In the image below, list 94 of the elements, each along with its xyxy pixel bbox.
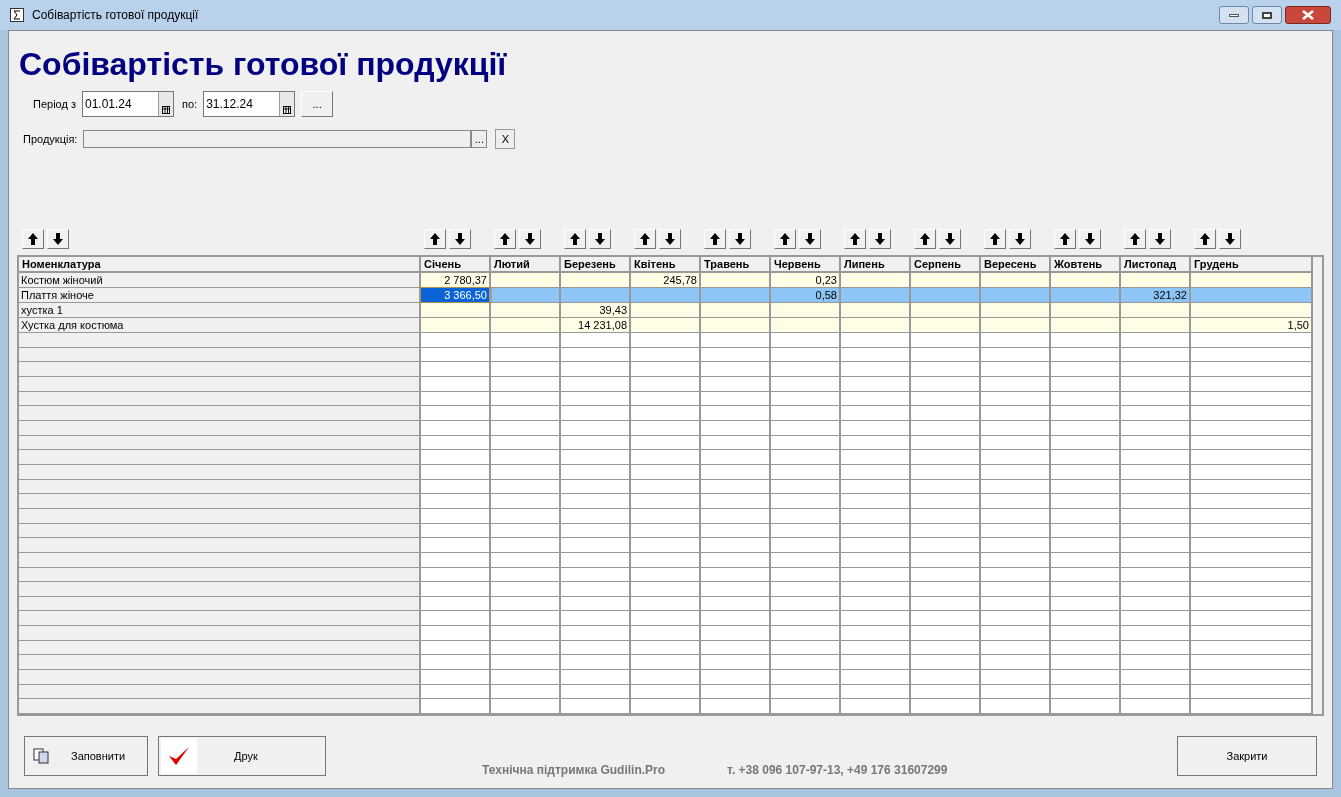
sort-down-button[interactable] (1009, 229, 1031, 249)
sort-up-button[interactable] (844, 229, 866, 249)
table-cell: 3 366,50 (421, 288, 491, 302)
column-header[interactable]: Номенклатура (19, 257, 421, 271)
copy-icon (33, 748, 49, 764)
sort-up-button[interactable] (424, 229, 446, 249)
column-header[interactable]: Квітень (631, 257, 701, 271)
sort-up-button[interactable] (564, 229, 586, 249)
down-arrow-icon (805, 233, 815, 245)
column-header[interactable]: Липень (841, 257, 911, 271)
down-arrow-icon (945, 233, 955, 245)
row-name-cell[interactable]: Костюм жіночий (19, 273, 421, 287)
calendar-icon (162, 106, 170, 114)
sort-down-button[interactable] (1219, 229, 1241, 249)
sort-up-button[interactable] (1124, 229, 1146, 249)
sort-up-button[interactable] (494, 229, 516, 249)
product-label: Продукція: (23, 131, 78, 147)
up-arrow-icon (1060, 233, 1070, 245)
column-header[interactable]: Червень (771, 257, 841, 271)
sort-down-button[interactable] (47, 229, 69, 249)
row-name-cell[interactable]: Плаття жіноче (19, 288, 421, 302)
sort-down-button[interactable] (869, 229, 891, 249)
down-arrow-icon (665, 233, 675, 245)
support-text: Технічна підтримка Gudilin.Pro (482, 762, 666, 779)
down-arrow-icon (1155, 233, 1165, 245)
sort-down-button[interactable] (799, 229, 821, 249)
down-arrow-icon (525, 233, 535, 245)
sort-up-button[interactable] (774, 229, 796, 249)
sort-down-button[interactable] (589, 229, 611, 249)
sort-up-button[interactable] (914, 229, 936, 249)
sigma-icon (10, 8, 24, 22)
up-arrow-icon (920, 233, 930, 245)
column-header[interactable]: Серпень (911, 257, 981, 271)
column-header[interactable]: Вересень (981, 257, 1051, 271)
up-arrow-icon (640, 233, 650, 245)
sort-up-button[interactable] (1194, 229, 1216, 249)
close-icon (1302, 10, 1314, 20)
date-to-field[interactable]: 31.12.24 (203, 91, 296, 117)
column-header[interactable]: Січень (421, 257, 491, 271)
row-name-cell[interactable]: Хустка для костюма (19, 318, 421, 332)
period-from-label: Період з (33, 96, 76, 112)
sort-down-button[interactable] (1149, 229, 1171, 249)
up-arrow-icon (500, 233, 510, 245)
sort-up-button[interactable] (22, 229, 44, 249)
down-arrow-icon (1085, 233, 1095, 245)
period-options-button[interactable]: ... (301, 91, 334, 117)
up-arrow-icon (570, 233, 580, 245)
column-header[interactable]: Березень (561, 257, 631, 271)
maximize-button[interactable] (1252, 6, 1282, 24)
sort-up-button[interactable] (984, 229, 1006, 249)
up-arrow-icon (780, 233, 790, 245)
calendar-icon (283, 106, 292, 114)
down-arrow-icon (455, 233, 465, 245)
column-header[interactable]: Листопад (1121, 257, 1191, 271)
sort-down-button[interactable] (1079, 229, 1101, 249)
date-from-field[interactable]: 01.01.24 (82, 91, 174, 117)
sort-down-button[interactable] (519, 229, 541, 249)
sort-up-button[interactable] (704, 229, 726, 249)
column-header[interactable]: Лютий (491, 257, 561, 271)
close-form-button[interactable]: Закрити (1177, 736, 1317, 776)
close-button[interactable] (1285, 6, 1331, 24)
column-header[interactable]: Жовтень (1051, 257, 1121, 271)
sort-down-button[interactable] (939, 229, 961, 249)
down-arrow-icon (1225, 233, 1235, 245)
up-arrow-icon (1200, 233, 1210, 245)
up-arrow-icon (1130, 233, 1140, 245)
down-arrow-icon (53, 233, 63, 245)
sort-down-button[interactable] (659, 229, 681, 249)
phone-text: т. +38 096 107-97-13, +49 176 31607299 (727, 762, 948, 779)
sort-up-button[interactable] (634, 229, 656, 249)
period-to-label: по: (182, 96, 198, 112)
column-header[interactable]: Грудень (1191, 257, 1313, 271)
up-arrow-icon (28, 233, 38, 245)
window-title: Собівартість готової продукції (32, 7, 199, 24)
fill-button[interactable]: Заповнити (24, 736, 148, 776)
up-arrow-icon (990, 233, 1000, 245)
product-field[interactable] (83, 130, 472, 148)
minimize-button[interactable] (1219, 6, 1249, 24)
up-arrow-icon (850, 233, 860, 245)
up-arrow-icon (710, 233, 720, 245)
page-heading: Собівартість готової продукції (19, 45, 508, 83)
down-arrow-icon (595, 233, 605, 245)
row-name-cell[interactable]: хустка 1 (19, 303, 421, 317)
browse-button[interactable]: ... (471, 130, 488, 148)
sort-up-button[interactable] (1054, 229, 1076, 249)
down-arrow-icon (735, 233, 745, 245)
print-button[interactable]: Друк (158, 736, 326, 776)
down-arrow-icon (1015, 233, 1025, 245)
column-header[interactable]: Травень (701, 257, 771, 271)
down-arrow-icon (875, 233, 885, 245)
sort-down-button[interactable] (729, 229, 751, 249)
sort-down-button[interactable] (449, 229, 471, 249)
clear-button[interactable]: X (495, 129, 516, 149)
up-arrow-icon (430, 233, 440, 245)
